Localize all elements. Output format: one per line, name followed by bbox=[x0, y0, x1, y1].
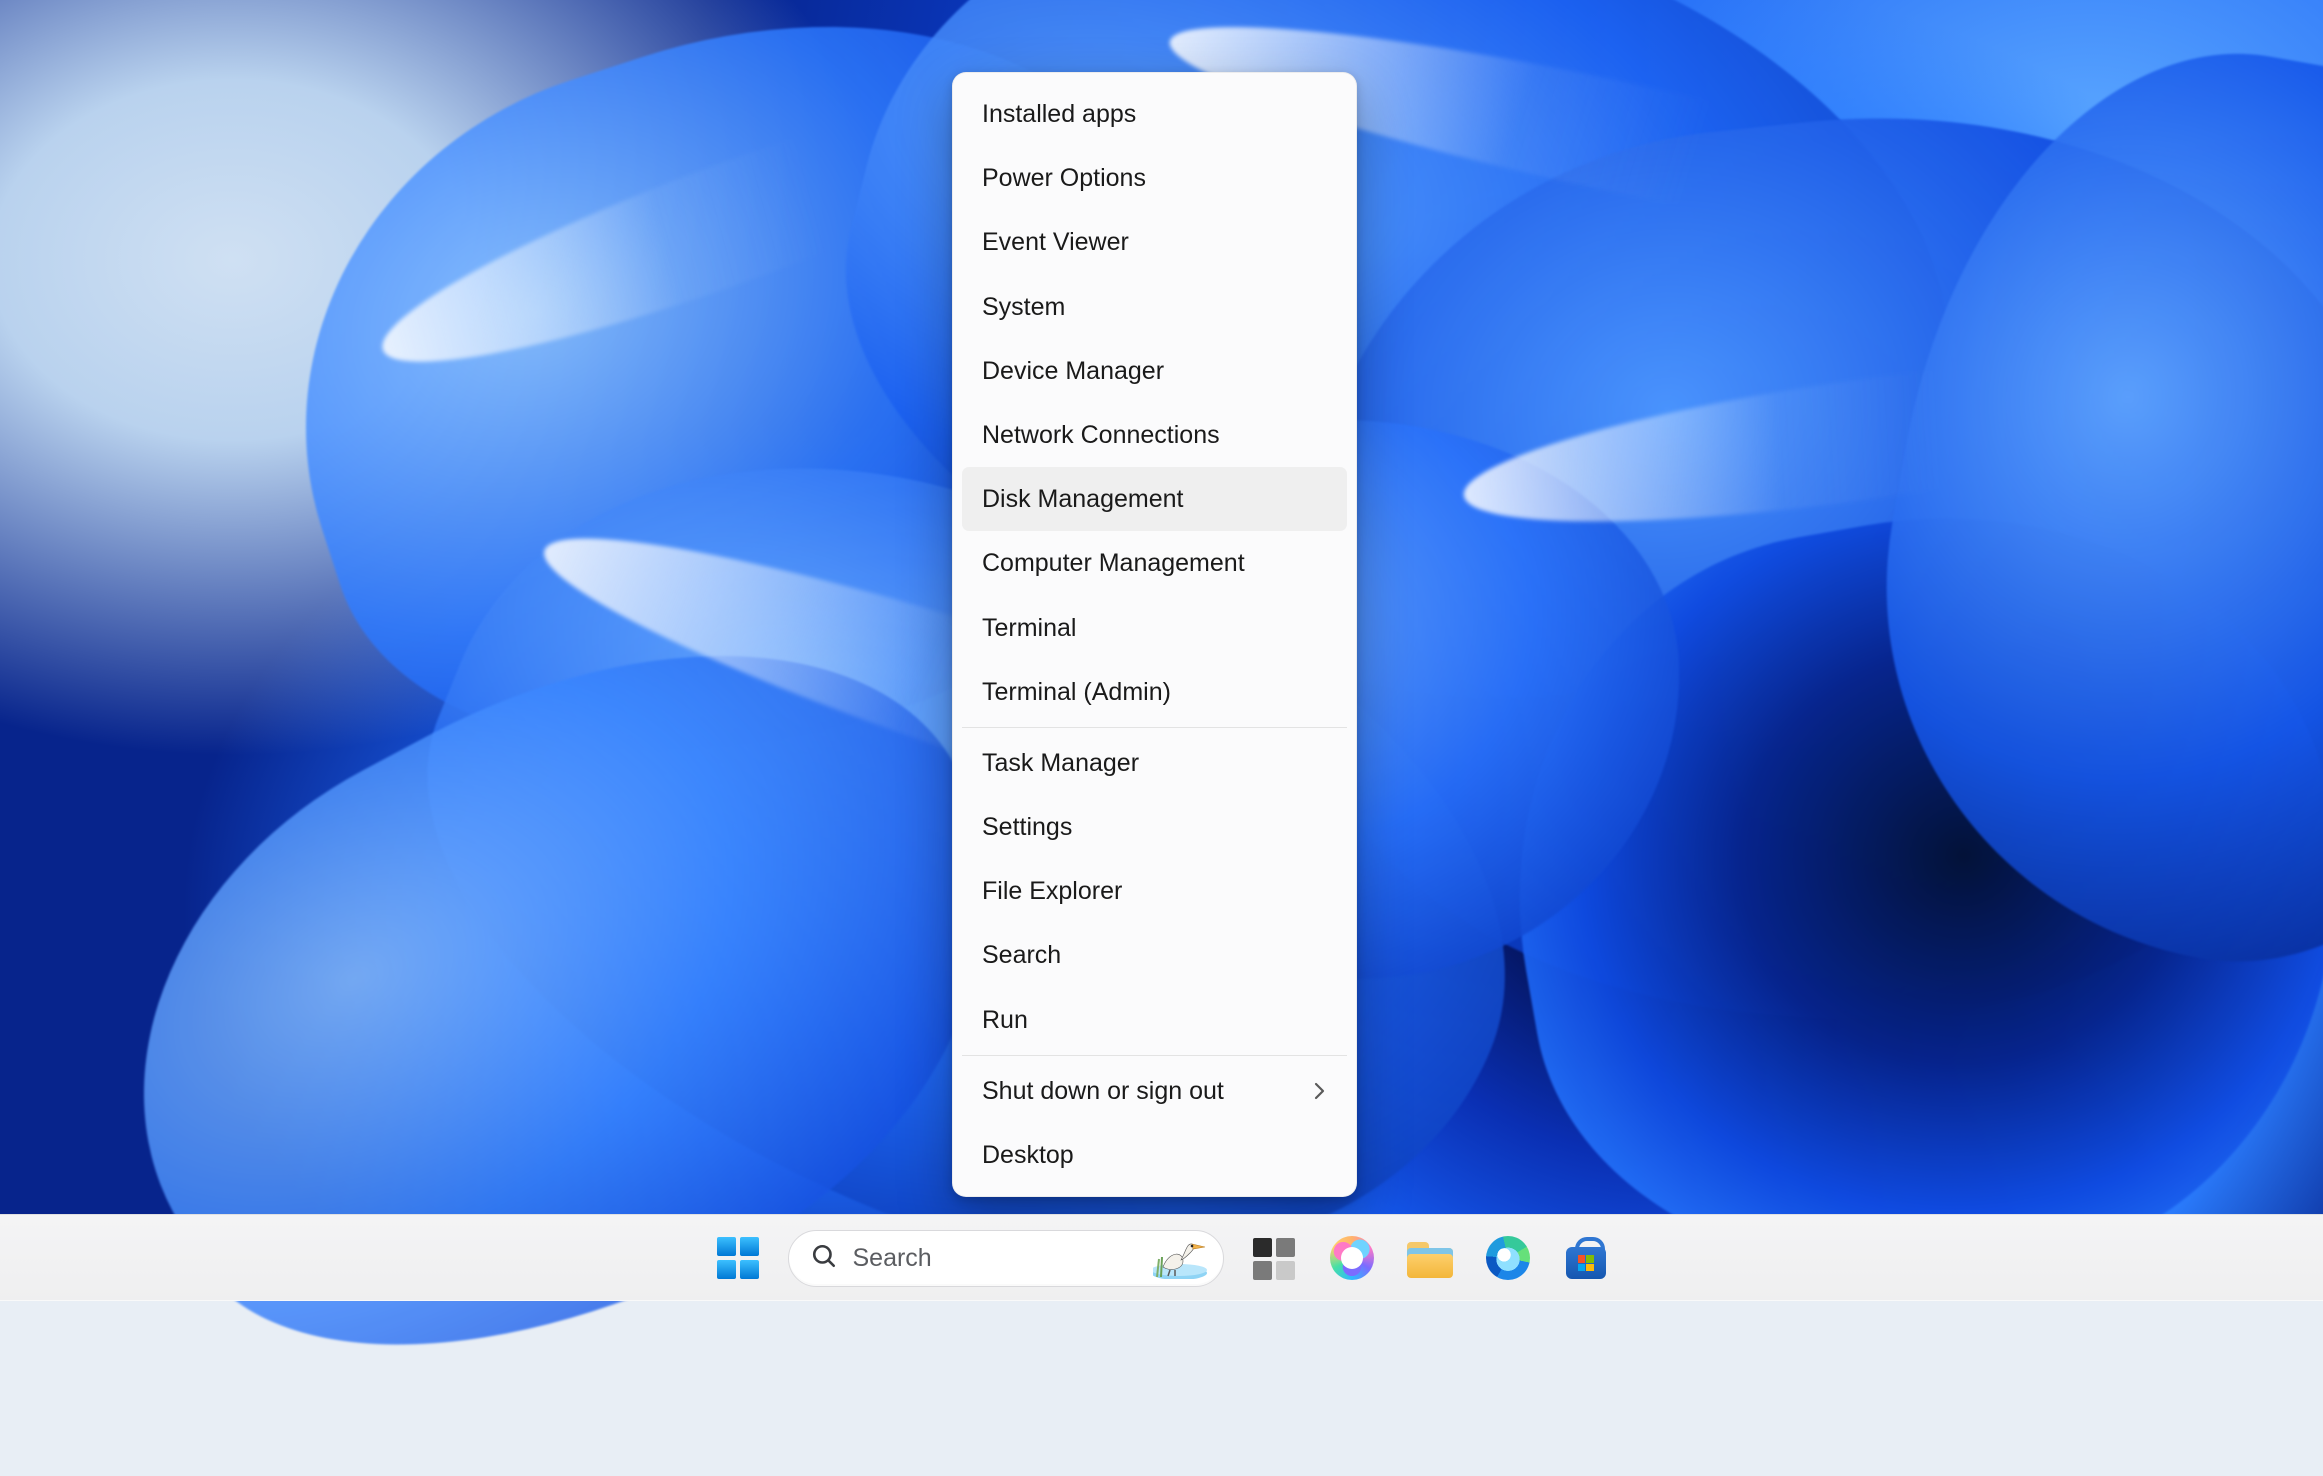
menu-item-label: Installed apps bbox=[982, 100, 1136, 128]
menu-item-label: Device Manager bbox=[982, 357, 1164, 385]
menu-item-label: Power Options bbox=[982, 164, 1146, 192]
menu-item-power-options[interactable]: Power Options bbox=[962, 146, 1347, 210]
chevron-right-icon bbox=[1312, 1079, 1327, 1103]
taskbar-search[interactable]: Search bbox=[788, 1230, 1224, 1287]
copilot-icon bbox=[1330, 1236, 1374, 1280]
store-icon bbox=[1566, 1237, 1606, 1279]
menu-item-event-viewer[interactable]: Event Viewer bbox=[962, 210, 1347, 274]
taskbar-search-placeholder: Search bbox=[853, 1244, 1137, 1273]
windows-logo-icon bbox=[717, 1237, 759, 1279]
menu-item-shut-down-sign-out[interactable]: Shut down or sign out bbox=[962, 1059, 1347, 1123]
menu-item-system[interactable]: System bbox=[962, 275, 1347, 339]
menu-item-label: Task Manager bbox=[982, 749, 1139, 777]
menu-item-search[interactable]: Search bbox=[962, 923, 1347, 987]
edge-icon bbox=[1486, 1236, 1530, 1280]
menu-item-label: Event Viewer bbox=[982, 228, 1129, 256]
file-explorer-icon bbox=[1407, 1238, 1453, 1278]
task-view-icon bbox=[1253, 1238, 1295, 1280]
menu-separator bbox=[962, 727, 1347, 728]
menu-item-terminal[interactable]: Terminal bbox=[962, 596, 1347, 660]
menu-item-desktop[interactable]: Desktop bbox=[962, 1123, 1347, 1187]
edge-button[interactable] bbox=[1480, 1230, 1536, 1286]
menu-item-device-manager[interactable]: Device Manager bbox=[962, 339, 1347, 403]
menu-item-run[interactable]: Run bbox=[962, 988, 1347, 1052]
menu-item-network-connections[interactable]: Network Connections bbox=[962, 403, 1347, 467]
menu-item-settings[interactable]: Settings bbox=[962, 795, 1347, 859]
menu-item-label: Search bbox=[982, 941, 1061, 969]
menu-item-file-explorer[interactable]: File Explorer bbox=[962, 859, 1347, 923]
copilot-button[interactable] bbox=[1324, 1230, 1380, 1286]
menu-item-label: Shut down or sign out bbox=[982, 1077, 1224, 1105]
search-highlight-art-icon bbox=[1153, 1237, 1209, 1279]
menu-item-label: Disk Management bbox=[982, 485, 1183, 513]
start-button[interactable] bbox=[710, 1230, 766, 1286]
menu-item-label: Terminal (Admin) bbox=[982, 678, 1171, 706]
menu-item-label: Desktop bbox=[982, 1141, 1074, 1169]
menu-item-label: System bbox=[982, 293, 1065, 321]
file-explorer-button[interactable] bbox=[1402, 1230, 1458, 1286]
search-icon bbox=[811, 1243, 837, 1274]
menu-item-installed-apps[interactable]: Installed apps bbox=[962, 82, 1347, 146]
menu-item-terminal-admin[interactable]: Terminal (Admin) bbox=[962, 660, 1347, 724]
menu-item-label: File Explorer bbox=[982, 877, 1122, 905]
menu-item-disk-management[interactable]: Disk Management bbox=[962, 467, 1347, 531]
taskbar: Search bbox=[0, 1214, 2323, 1301]
task-view-button[interactable] bbox=[1246, 1230, 1302, 1286]
menu-item-task-manager[interactable]: Task Manager bbox=[962, 731, 1347, 795]
menu-separator bbox=[962, 1055, 1347, 1056]
menu-item-label: Run bbox=[982, 1006, 1028, 1034]
menu-item-computer-management[interactable]: Computer Management bbox=[962, 531, 1347, 595]
menu-item-label: Terminal bbox=[982, 614, 1076, 642]
winx-context-menu: Installed apps Power Options Event Viewer S… bbox=[952, 72, 1357, 1197]
menu-item-label: Network Connections bbox=[982, 421, 1220, 449]
store-button[interactable] bbox=[1558, 1230, 1614, 1286]
menu-item-label: Settings bbox=[982, 813, 1072, 841]
menu-item-label: Computer Management bbox=[982, 549, 1245, 577]
